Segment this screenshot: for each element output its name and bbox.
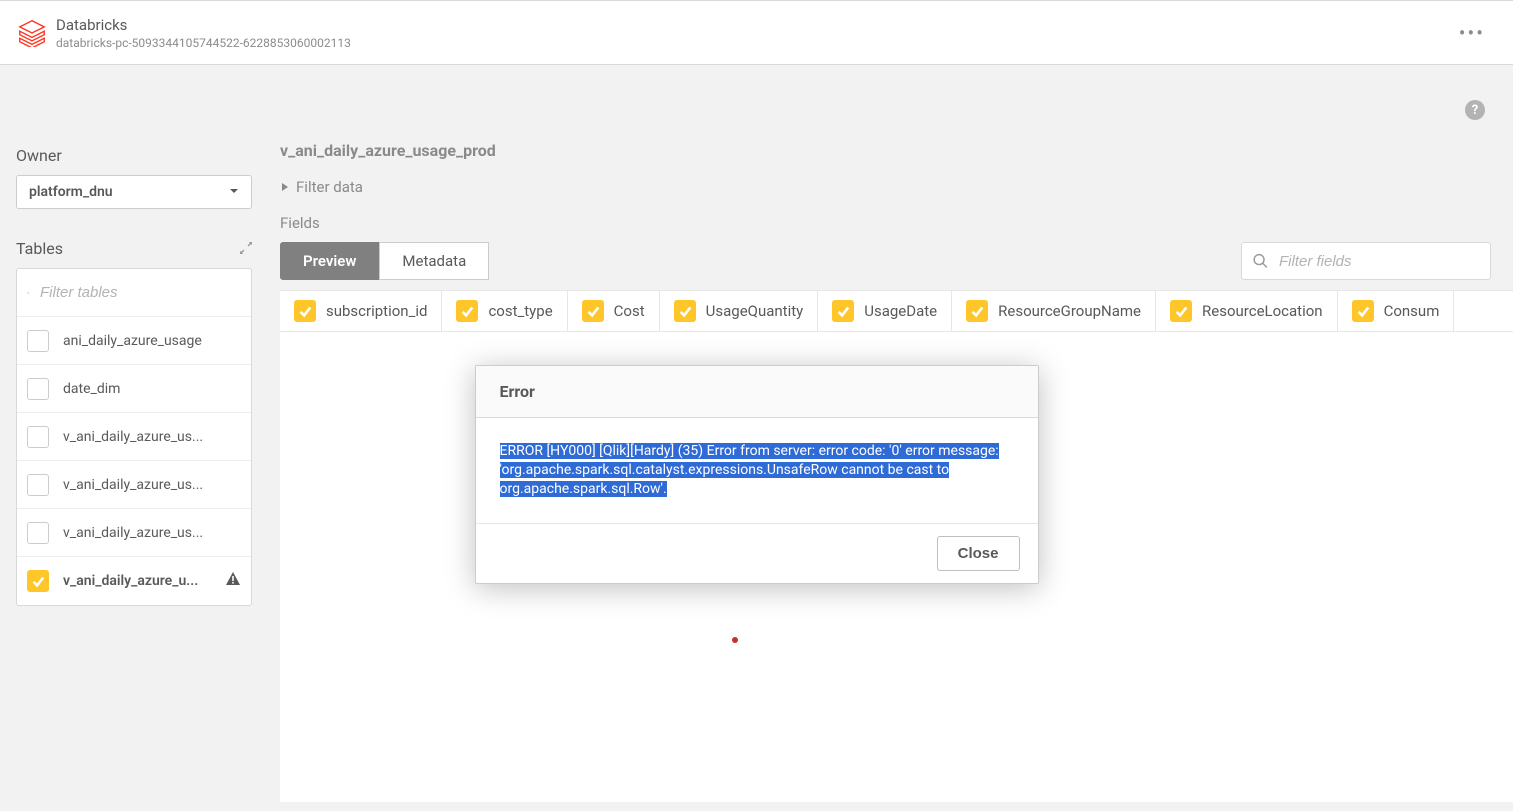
filter-fields: [1241, 242, 1491, 280]
field-cell[interactable]: subscription_id: [280, 291, 442, 331]
table-item[interactable]: v_ani_daily_azure_us...: [17, 461, 251, 509]
tab-metadata[interactable]: Metadata: [379, 242, 489, 280]
table-checkbox[interactable]: [27, 426, 49, 448]
more-menu-icon[interactable]: •••: [1449, 15, 1495, 51]
field-checkbox[interactable]: [294, 300, 316, 322]
loading-dot-icon: [732, 637, 738, 643]
field-name: subscription_id: [326, 302, 427, 320]
table-item[interactable]: v_ani_daily_azure_us...: [17, 509, 251, 557]
field-cell[interactable]: UsageQuantity: [660, 291, 819, 331]
field-name: ResourceLocation: [1202, 302, 1323, 320]
page-title: v_ani_daily_azure_usage_prod: [280, 141, 1513, 160]
table-item[interactable]: v_ani_daily_azure_us...: [17, 413, 251, 461]
filter-data-label: Filter data: [296, 178, 363, 196]
field-checkbox[interactable]: [582, 300, 604, 322]
table-item[interactable]: date_dim: [17, 365, 251, 413]
owner-label: Owner: [16, 146, 252, 165]
check-icon: [1356, 304, 1370, 318]
field-checkbox[interactable]: [456, 300, 478, 322]
check-icon: [298, 304, 312, 318]
fields-header-row: subscription_id cost_type Cost UsageQuan…: [280, 290, 1513, 332]
databricks-logo-icon: [18, 19, 46, 47]
modal-title: Error: [476, 366, 1038, 418]
table-name: v_ani_daily_azure_us...: [63, 477, 241, 493]
table-checkbox[interactable]: [27, 522, 49, 544]
field-name: UsageQuantity: [706, 302, 804, 320]
check-icon: [460, 304, 474, 318]
check-icon: [586, 304, 600, 318]
field-cell[interactable]: cost_type: [442, 291, 567, 331]
tab-preview[interactable]: Preview: [280, 242, 379, 280]
filter-tables-row: [17, 269, 251, 317]
modal-body: ERROR [HY000] [Qlik][Hardy] (35) Error f…: [476, 418, 1038, 524]
field-name: Consum: [1384, 302, 1440, 320]
check-icon: [970, 304, 984, 318]
error-message: ERROR [HY000] [Qlik][Hardy] (35) Error f…: [500, 443, 999, 497]
table-name: v_ani_daily_azure_u...: [63, 573, 219, 589]
chevron-down-icon: [229, 184, 239, 200]
field-checkbox[interactable]: [966, 300, 988, 322]
table-name: ani_daily_azure_usage: [63, 333, 241, 349]
tables-label: Tables: [16, 239, 63, 258]
table-name: v_ani_daily_azure_us...: [63, 429, 241, 445]
field-name: Cost: [614, 302, 645, 320]
close-button[interactable]: Close: [937, 536, 1020, 571]
field-checkbox[interactable]: [832, 300, 854, 322]
field-checkbox[interactable]: [674, 300, 696, 322]
header-subtitle: databricks-pc-5093344105744522-622885306…: [56, 36, 351, 50]
table-checkbox[interactable]: [27, 474, 49, 496]
filter-fields-input[interactable]: [1279, 253, 1480, 270]
error-modal: Error ERROR [HY000] [Qlik][Hardy] (35) E…: [475, 365, 1039, 584]
field-name: ResourceGroupName: [998, 302, 1141, 320]
field-checkbox[interactable]: [1352, 300, 1374, 322]
table-checkbox[interactable]: [27, 570, 49, 592]
header-title: Databricks: [56, 16, 351, 34]
table-name: date_dim: [63, 381, 241, 397]
table-checkbox[interactable]: [27, 378, 49, 400]
modal-footer: Close: [476, 524, 1038, 583]
table-name: v_ani_daily_azure_us...: [63, 525, 241, 541]
header: Databricks databricks-pc-509334410574452…: [0, 0, 1513, 65]
tables-panel: ani_daily_azure_usage date_dim v_ani_dai…: [16, 268, 252, 606]
warning-icon: [225, 571, 241, 591]
check-icon: [31, 574, 45, 588]
check-icon: [1174, 304, 1188, 318]
fields-label: Fields: [280, 214, 1513, 232]
triangle-right-icon: [280, 178, 290, 196]
header-titles: Databricks databricks-pc-509334410574452…: [56, 16, 351, 50]
field-checkbox[interactable]: [1170, 300, 1192, 322]
field-cell[interactable]: ResourceGroupName: [952, 291, 1156, 331]
search-icon: [27, 284, 30, 302]
expand-icon[interactable]: [240, 242, 252, 256]
owner-select[interactable]: platform_dnu: [16, 175, 252, 209]
filter-tables-input[interactable]: [40, 284, 241, 301]
field-cell[interactable]: Consum: [1338, 291, 1455, 331]
sidebar: Owner platform_dnu Tables ani_daily_azur…: [0, 65, 268, 811]
field-cell[interactable]: ResourceLocation: [1156, 291, 1338, 331]
check-icon: [836, 304, 850, 318]
search-icon: [1252, 252, 1269, 270]
field-cell[interactable]: UsageDate: [818, 291, 952, 331]
field-name: cost_type: [488, 302, 552, 320]
field-cell[interactable]: Cost: [568, 291, 660, 331]
owner-value: platform_dnu: [29, 184, 113, 200]
help-icon[interactable]: ?: [1465, 100, 1485, 120]
table-checkbox[interactable]: [27, 330, 49, 352]
field-name: UsageDate: [864, 302, 937, 320]
table-item[interactable]: ani_daily_azure_usage: [17, 317, 251, 365]
check-icon: [678, 304, 692, 318]
table-item[interactable]: v_ani_daily_azure_u...: [17, 557, 251, 605]
filter-data-toggle[interactable]: Filter data: [280, 178, 1513, 196]
